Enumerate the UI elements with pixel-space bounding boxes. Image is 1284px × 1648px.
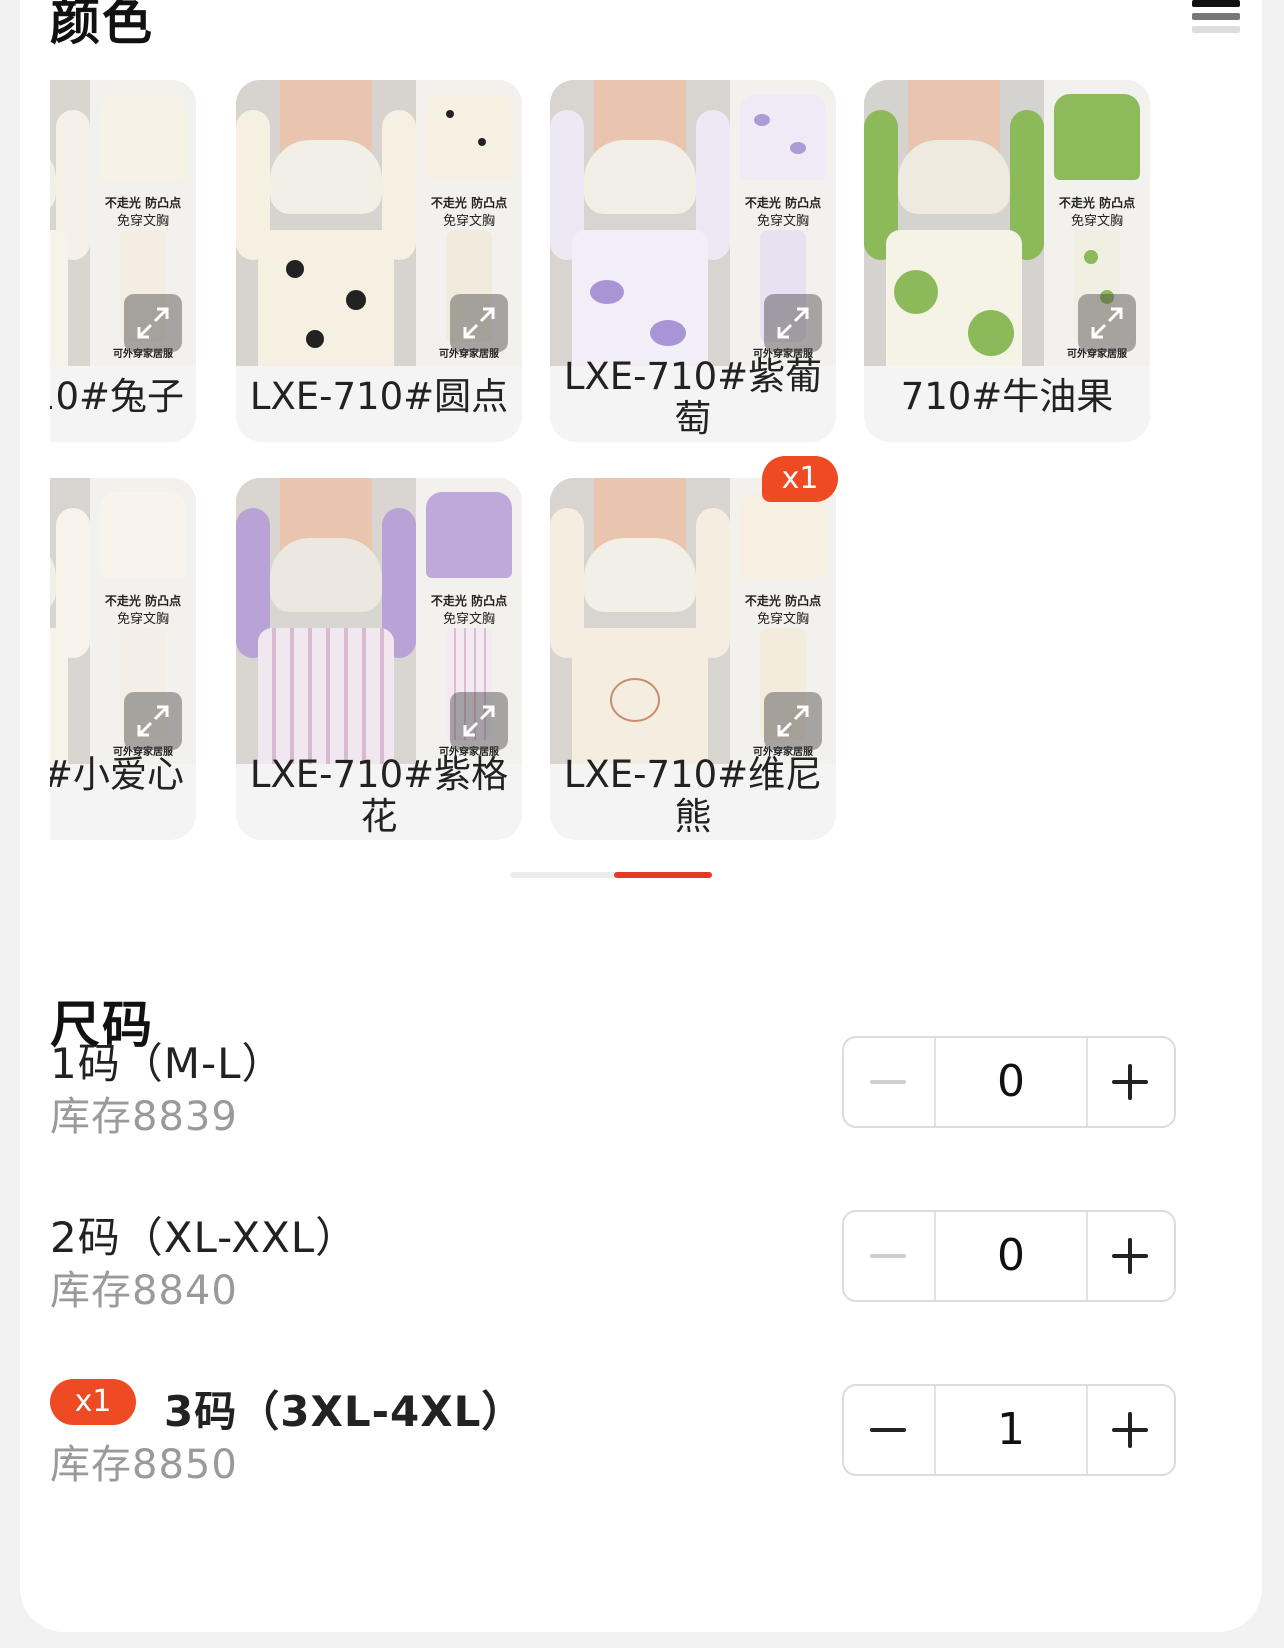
color-option-image: 不走光 防凸点 免穿文胸 可外穿家居服 xyxy=(550,80,836,366)
image-caption: 不走光 防凸点 xyxy=(1058,196,1136,210)
decrease-button[interactable] xyxy=(844,1386,932,1474)
selected-count-badge: x1 xyxy=(762,456,838,502)
increase-button[interactable] xyxy=(1086,1212,1174,1300)
minus-icon xyxy=(870,1254,906,1258)
selected-count-badge: x1 xyxy=(50,1379,136,1425)
color-carousel[interactable]: 不走光 防凸点 免穿文胸 可外穿家居服 10#兔子 xyxy=(50,80,1180,900)
color-option-image: 不走光 防凸点 免穿文胸 可外穿家居服 xyxy=(236,478,522,764)
color-section-title: 颜色 xyxy=(50,0,154,51)
color-option-image: 不走光 防凸点 免穿文胸 可外穿家居服 xyxy=(864,80,1150,366)
size-row: x1 3码（3XL-4XL） 库存8850 1 xyxy=(50,1378,1200,1508)
expand-icon[interactable] xyxy=(764,692,822,750)
color-option-label: LXE-710#紫格花 xyxy=(249,753,509,838)
size-row: 1码（M-L） 库存8839 0 xyxy=(50,1030,1200,1160)
color-option-label: LXE-710#维尼熊 xyxy=(563,753,823,838)
image-caption: 免穿文胸 xyxy=(1070,214,1123,229)
size-name: 3码（3XL-4XL） xyxy=(164,1387,525,1436)
image-caption: 免穿文胸 xyxy=(756,214,809,229)
increase-button[interactable] xyxy=(1086,1386,1174,1474)
image-caption: 免穿文胸 xyxy=(442,612,495,627)
grid-menu-icon[interactable] xyxy=(1192,0,1240,46)
expand-icon[interactable] xyxy=(450,294,508,352)
color-option-image: 不走光 防凸点 免穿文胸 可外穿家居服 xyxy=(550,478,836,764)
decrease-button[interactable] xyxy=(844,1212,932,1300)
expand-icon[interactable] xyxy=(450,692,508,750)
color-option-label: 10#兔子 xyxy=(50,375,184,418)
expand-icon[interactable] xyxy=(1078,294,1136,352)
quantity-value[interactable]: 1 xyxy=(934,1386,1088,1474)
color-option-purple-plaid[interactable]: 不走光 防凸点 免穿文胸 可外穿家居服 LXE-710#紫格花 xyxy=(236,478,522,840)
color-option-image: 不走光 防凸点 免穿文胸 可外穿家居服 xyxy=(50,80,196,366)
increase-button[interactable] xyxy=(1086,1038,1174,1126)
color-option-polka-dot[interactable]: 不走光 防凸点 免穿文胸 可外穿家居服 LXE-710#圆点 xyxy=(236,80,522,442)
image-caption: 免穿文胸 xyxy=(756,612,809,627)
color-option-little-heart[interactable]: 不走光 防凸点 免穿文胸 可外穿家居服 10#小爱心 xyxy=(50,478,196,840)
image-caption: 不走光 防凸点 xyxy=(104,594,182,608)
active-page-indicator xyxy=(614,872,712,878)
expand-icon[interactable] xyxy=(764,294,822,352)
expand-icon[interactable] xyxy=(124,294,182,352)
quantity-stepper: 0 xyxy=(842,1036,1176,1128)
stock-count: 库存8840 xyxy=(50,1268,238,1314)
size-name: 2码（XL-XXL） xyxy=(50,1213,359,1262)
color-option-avocado[interactable]: 不走光 防凸点 免穿文胸 可外穿家居服 710#牛油果 xyxy=(864,80,1150,442)
image-caption: 不走光 防凸点 xyxy=(744,594,822,608)
color-option-pooh-bear[interactable]: 不走光 防凸点 免穿文胸 可外穿家居服 LXE-710#维尼熊 x1 xyxy=(550,456,838,840)
quantity-value[interactable]: 0 xyxy=(934,1212,1088,1300)
image-caption: 免穿文胸 xyxy=(442,214,495,229)
size-row: 2码（XL-XXL） 库存8840 0 xyxy=(50,1204,1200,1334)
image-caption: 不走光 防凸点 xyxy=(104,196,182,210)
image-caption: 不走光 防凸点 xyxy=(430,594,508,608)
color-option-label: 10#小爱心 xyxy=(50,753,184,796)
carousel-page-indicator xyxy=(510,872,712,878)
color-option-purple-grape[interactable]: 不走光 防凸点 免穿文胸 可外穿家居服 LXE-710#紫葡萄 xyxy=(550,80,836,442)
image-caption: 不走光 防凸点 xyxy=(744,196,822,210)
quantity-stepper: 0 xyxy=(842,1210,1176,1302)
image-caption: 不走光 防凸点 xyxy=(430,196,508,210)
color-option-image: 不走光 防凸点 免穿文胸 可外穿家居服 xyxy=(236,80,522,366)
quantity-stepper: 1 xyxy=(842,1384,1176,1476)
image-caption: 免穿文胸 xyxy=(116,214,169,229)
color-option-label: LXE-710#紫葡萄 xyxy=(563,355,823,440)
minus-icon xyxy=(870,1080,906,1084)
color-option-rabbit[interactable]: 不走光 防凸点 免穿文胸 可外穿家居服 10#兔子 xyxy=(50,80,196,442)
minus-icon xyxy=(870,1428,906,1432)
size-name: 1码（M-L） xyxy=(50,1039,285,1088)
color-option-image: 不走光 防凸点 免穿文胸 可外穿家居服 xyxy=(50,478,196,764)
quantity-value[interactable]: 0 xyxy=(934,1038,1088,1126)
color-option-label: 710#牛油果 xyxy=(900,375,1114,418)
color-option-label: LXE-710#圆点 xyxy=(249,375,509,418)
stock-count: 库存8839 xyxy=(50,1094,238,1140)
stock-count: 库存8850 xyxy=(50,1442,238,1488)
image-caption: 免穿文胸 xyxy=(116,612,169,627)
expand-icon[interactable] xyxy=(124,692,182,750)
decrease-button[interactable] xyxy=(844,1038,932,1126)
sku-selector-sheet: 颜色 不走光 防凸点 免穿文胸 可外穿家居服 0#兔子 不走光 防凸点 免穿文胸… xyxy=(20,0,1262,1632)
